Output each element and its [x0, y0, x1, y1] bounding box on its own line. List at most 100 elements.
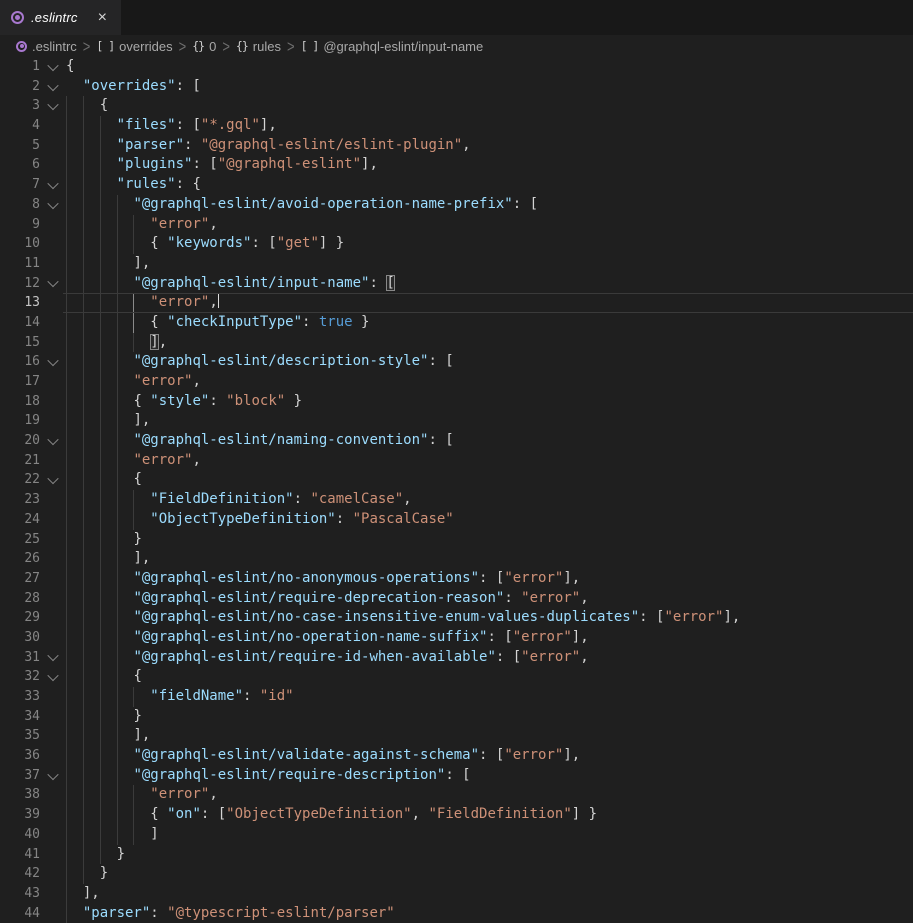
fold-column[interactable]: [40, 96, 66, 116]
fold-column[interactable]: [40, 313, 66, 333]
code-line-content[interactable]: { "on": ["ObjectTypeDefinition", "FieldD…: [66, 805, 913, 825]
line-number[interactable]: 43: [0, 884, 40, 904]
code-line-content[interactable]: "plugins": ["@graphql-eslint"],: [66, 155, 913, 175]
breadcrumb-item-overrides[interactable]: [ ] overrides: [96, 39, 172, 54]
fold-column[interactable]: [40, 155, 66, 175]
line-number[interactable]: 11: [0, 254, 40, 274]
fold-column[interactable]: [40, 667, 66, 687]
breadcrumb-item-0[interactable]: {} 0: [192, 39, 216, 54]
code-line[interactable]: 32 {: [0, 667, 913, 687]
code-line-content[interactable]: "@graphql-eslint/no-anonymous-operations…: [66, 569, 913, 589]
code-line-content[interactable]: ],: [66, 726, 913, 746]
fold-column[interactable]: [40, 864, 66, 884]
code-line[interactable]: 44 "parser": "@typescript-eslint/parser": [0, 904, 913, 923]
code-line[interactable]: 12 "@graphql-eslint/input-name": [: [0, 274, 913, 294]
fold-column[interactable]: [40, 845, 66, 865]
fold-column[interactable]: [40, 648, 66, 668]
fold-column[interactable]: [40, 470, 66, 490]
fold-column[interactable]: [40, 195, 66, 215]
code-line[interactable]: 8 "@graphql-eslint/avoid-operation-name-…: [0, 195, 913, 215]
chevron-down-icon[interactable]: [47, 670, 58, 681]
code-line[interactable]: 4 "files": ["*.gql"],: [0, 116, 913, 136]
line-number[interactable]: 6: [0, 155, 40, 175]
code-line[interactable]: 37 "@graphql-eslint/require-description"…: [0, 766, 913, 786]
fold-column[interactable]: [40, 766, 66, 786]
code-line[interactable]: 10 { "keywords": ["get"] }: [0, 234, 913, 254]
code-line-content[interactable]: "error",: [66, 785, 913, 805]
code-line[interactable]: 6 "plugins": ["@graphql-eslint"],: [0, 155, 913, 175]
line-number[interactable]: 8: [0, 195, 40, 215]
line-number[interactable]: 35: [0, 726, 40, 746]
code-line[interactable]: 27 "@graphql-eslint/no-anonymous-operati…: [0, 569, 913, 589]
chevron-down-icon[interactable]: [47, 650, 58, 661]
code-line-content[interactable]: "overrides": [: [66, 77, 913, 97]
code-line[interactable]: 38 "error",: [0, 785, 913, 805]
code-line-content[interactable]: "@graphql-eslint/require-description": [: [66, 766, 913, 786]
fold-column[interactable]: [40, 116, 66, 136]
code-line[interactable]: 9 "error",: [0, 215, 913, 235]
line-number[interactable]: 29: [0, 608, 40, 628]
code-line-content[interactable]: "ObjectTypeDefinition": "PascalCase": [66, 510, 913, 530]
code-line-content[interactable]: "parser": "@typescript-eslint/parser": [66, 904, 913, 923]
chevron-down-icon[interactable]: [47, 60, 58, 71]
code-line[interactable]: 11 ],: [0, 254, 913, 274]
code-line-content[interactable]: "parser": "@graphql-eslint/eslint-plugin…: [66, 136, 913, 156]
fold-column[interactable]: [40, 805, 66, 825]
code-line[interactable]: 40 ]: [0, 825, 913, 845]
code-line-content[interactable]: }: [66, 845, 913, 865]
code-line[interactable]: 14 { "checkInputType": true }: [0, 313, 913, 333]
code-line-content[interactable]: "files": ["*.gql"],: [66, 116, 913, 136]
fold-column[interactable]: [40, 785, 66, 805]
line-number[interactable]: 30: [0, 628, 40, 648]
code-line[interactable]: 41 }: [0, 845, 913, 865]
code-line-content[interactable]: {: [66, 470, 913, 490]
fold-column[interactable]: [40, 549, 66, 569]
fold-column[interactable]: [40, 431, 66, 451]
code-line[interactable]: 1{: [0, 57, 913, 77]
breadcrumb-item-input-name[interactable]: [ ] @graphql-eslint/input-name: [301, 39, 484, 54]
code-line-content[interactable]: {: [66, 57, 913, 77]
line-number[interactable]: 17: [0, 372, 40, 392]
line-number[interactable]: 25: [0, 530, 40, 550]
fold-column[interactable]: [40, 215, 66, 235]
line-number[interactable]: 28: [0, 589, 40, 609]
chevron-down-icon[interactable]: [47, 355, 58, 366]
code-line[interactable]: 25 }: [0, 530, 913, 550]
code-line-content[interactable]: "@graphql-eslint/naming-convention": [: [66, 431, 913, 451]
code-line-content[interactable]: "FieldDefinition": "camelCase",: [66, 490, 913, 510]
code-line[interactable]: 36 "@graphql-eslint/validate-against-sch…: [0, 746, 913, 766]
code-line-content[interactable]: "@graphql-eslint/require-id-when-availab…: [66, 648, 913, 668]
line-number[interactable]: 22: [0, 470, 40, 490]
code-line-content[interactable]: ],: [66, 411, 913, 431]
code-editor[interactable]: 1{2 "overrides": [3 {4 "files": ["*.gql"…: [0, 57, 913, 923]
fold-column[interactable]: [40, 490, 66, 510]
line-number[interactable]: 7: [0, 175, 40, 195]
line-number[interactable]: 18: [0, 392, 40, 412]
code-line[interactable]: 18 { "style": "block" }: [0, 392, 913, 412]
line-number[interactable]: 2: [0, 77, 40, 97]
code-line-content[interactable]: ],: [66, 549, 913, 569]
code-line-content[interactable]: ]: [66, 825, 913, 845]
line-number[interactable]: 33: [0, 687, 40, 707]
code-line[interactable]: 28 "@graphql-eslint/require-deprecation-…: [0, 589, 913, 609]
code-line[interactable]: 24 "ObjectTypeDefinition": "PascalCase": [0, 510, 913, 530]
chevron-down-icon[interactable]: [47, 434, 58, 445]
code-line[interactable]: 30 "@graphql-eslint/no-operation-name-su…: [0, 628, 913, 648]
code-line-content[interactable]: "@graphql-eslint/require-deprecation-rea…: [66, 589, 913, 609]
code-line[interactable]: 5 "parser": "@graphql-eslint/eslint-plug…: [0, 136, 913, 156]
fold-column[interactable]: [40, 726, 66, 746]
line-number[interactable]: 32: [0, 667, 40, 687]
code-line[interactable]: 17 "error",: [0, 372, 913, 392]
code-line[interactable]: 42 }: [0, 864, 913, 884]
code-line-content[interactable]: { "keywords": ["get"] }: [66, 234, 913, 254]
code-line-content[interactable]: "@graphql-eslint/no-operation-name-suffi…: [66, 628, 913, 648]
code-line-content[interactable]: "fieldName": "id": [66, 687, 913, 707]
line-number[interactable]: 21: [0, 451, 40, 471]
code-line[interactable]: 13 "error",: [0, 293, 913, 313]
fold-column[interactable]: [40, 392, 66, 412]
line-number[interactable]: 15: [0, 333, 40, 353]
code-line-content[interactable]: {: [66, 667, 913, 687]
fold-column[interactable]: [40, 569, 66, 589]
code-line[interactable]: 16 "@graphql-eslint/description-style": …: [0, 352, 913, 372]
fold-column[interactable]: [40, 274, 66, 294]
